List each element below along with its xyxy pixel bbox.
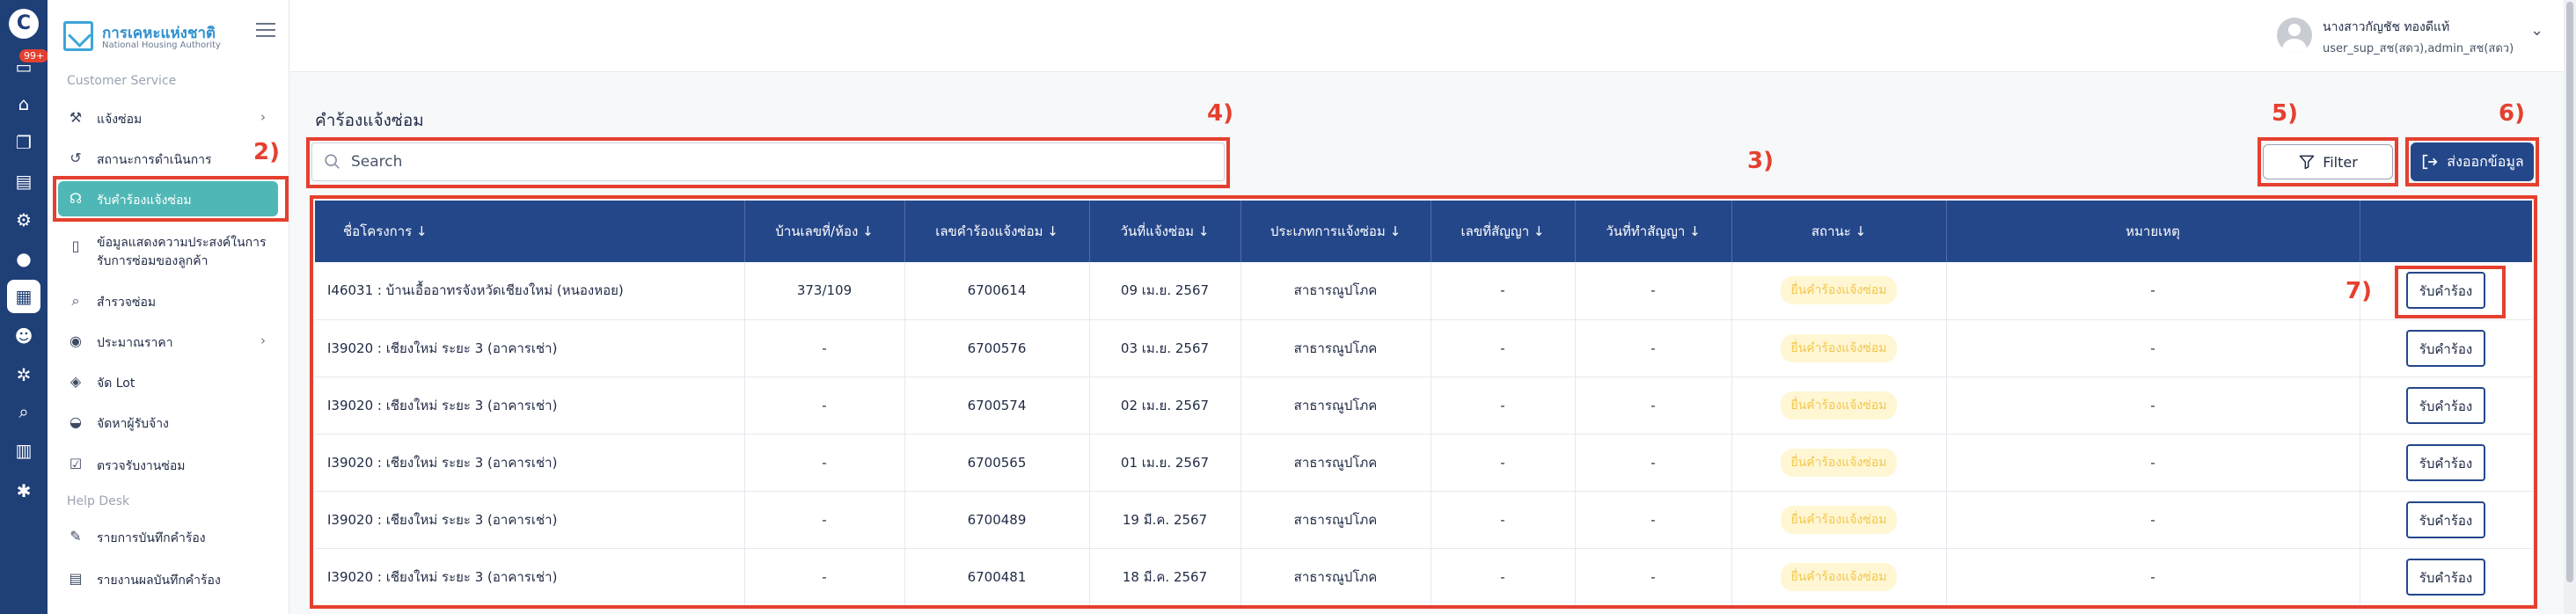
pot-icon: ◒ [70,413,82,430]
sidebar-item-status[interactable]: ↺ สถานะการดำเนินการ [58,141,278,176]
brand-subtitle: National Housing Authority [102,40,221,50]
search-rail-icon[interactable]: ⌕ [13,401,34,422]
annotation-label-4: 4) [1207,100,1233,127]
sidebar-item-label: รายงานผลบันทึกคำร้อง [97,574,221,588]
sidebar-item-request-log[interactable]: ✎ รายการบันทึกคำร้อง [58,519,278,554]
icon-rail: C ▭ 99+ ⌂ ❐ ▤ ⚙ ● ▦ ☻ ✲ ⌕ ▥ ✱ [0,0,49,614]
annotation-label-2: 2) [253,139,280,165]
layers-icon: ◈ [70,373,82,390]
annotation-label-6: 6) [2499,100,2525,127]
document-icon: ▯ [71,238,80,254]
sidebar-item-label: แจ้งซ่อม [97,113,143,127]
history-icon: ↺ [70,150,82,166]
annotation-label-3: 3) [1747,148,1774,174]
tools-icon[interactable]: ✱ [13,480,34,501]
sidebar-item-customer-intent[interactable]: ▯ ข้อมูลแสดงความประสงค์ในการรับการซ่อมขอ… [58,229,278,273]
sidebar-item-label: สำรวจซ่อม [97,296,157,310]
sidebar-item-label: ตรวจรับงานซ่อม [97,459,186,473]
chevron-right-icon: › [260,109,266,125]
sidebar-item-label: จัด Lot [97,376,135,391]
annotation-box-7 [2395,266,2506,318]
coin-icon: ◉ [70,333,82,349]
checklist-icon: ☑ [69,456,83,472]
sidebar-item-label: รายการบันทึกคำร้อง [97,531,206,545]
top-bar [290,0,2576,72]
annotation-box-4 [306,137,1230,188]
section-help-desk: Help Desk [67,494,130,508]
user-role: user_sup_สช(สดว),admin_สช(สดว) [2323,42,2514,55]
annotation-box-6 [2405,137,2539,186]
page-title: คำร้องแจ้งซ่อม [315,111,424,130]
gear-icon[interactable]: ✲ [13,364,34,385]
group-icon[interactable]: ☻ [13,325,34,347]
hamburger-menu-icon[interactable] [256,23,275,39]
annotation-box-2 [53,176,289,222]
sidebar-item-label: สถานะการดำเนินการ [97,153,212,167]
brand[interactable]: การเคหะแห่งชาติ National Housing Authori… [63,19,266,55]
home-icon[interactable]: ⌂ [13,93,34,114]
user-name: นางสาวกัญชัช ทองดีแท้ [2323,20,2450,34]
annotation-label-5: 5) [2272,100,2298,127]
sidebar-item-inspection[interactable]: ☑ ตรวจรับงานซ่อม [58,447,278,482]
app-logo-icon[interactable]: C [9,9,39,39]
dashboard-icon[interactable]: ▦ [7,280,40,313]
copy-icon[interactable]: ❐ [13,132,34,153]
chart-icon[interactable]: ▥ [13,440,34,461]
chevron-down-icon[interactable]: ⌄ [2530,21,2543,40]
brand-logo-icon [63,21,93,51]
annotation-label-7: 7) [2345,278,2372,304]
sidebar-item-repair[interactable]: ⚒ แจ้งซ่อม › [58,100,278,135]
scrollbar[interactable] [2564,0,2576,614]
user-icon[interactable]: ● [13,248,34,269]
chevron-right-icon: › [260,333,266,348]
sidebar-item-label: ข้อมูลแสดงความประสงค์ในการรับการซ่อมของล… [97,236,267,268]
avatar[interactable] [2277,18,2312,53]
search-icon: ⌕ [71,292,80,309]
sidebar-item-lot[interactable]: ◈ จัด Lot [58,364,278,399]
settings-icon[interactable]: ⚙ [13,209,34,230]
scrollbar-thumb[interactable] [2566,2,2573,582]
notification-badge: 99+ [19,49,49,62]
sidebar-item-request-report[interactable]: ▤ รายงานผลบันทึกคำร้อง [58,561,278,596]
wrench-icon: ⚒ [69,109,83,126]
annotation-box-5 [2258,137,2398,186]
sidebar-item-contractor[interactable]: ◒ จัดหาผู้รับจ้าง [58,405,278,440]
report-icon: ▤ [69,570,83,587]
sidebar-item-estimate[interactable]: ◉ ประมาณราคา › [58,324,278,359]
sidebar-item-label: ประมาณราคา [97,336,173,350]
sidebar-item-label: จัดหาผู้รับจ้าง [97,417,169,431]
section-customer-service: Customer Service [67,74,177,88]
annotation-box-3 [310,195,2537,609]
sidebar: การเคหะแห่งชาติ National Housing Authori… [48,0,289,614]
file-icon[interactable]: ▤ [13,171,34,192]
sidebar-item-survey[interactable]: ⌕ สำรวจซ่อม [58,283,278,318]
edit-icon: ✎ [70,528,82,545]
